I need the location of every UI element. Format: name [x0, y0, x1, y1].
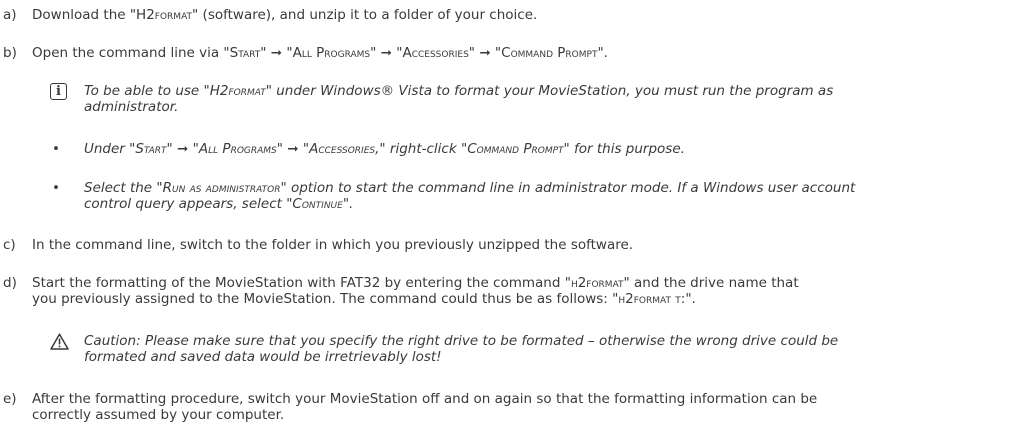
step-letter: e) [3, 391, 17, 407]
step-text: Download the "H2format" (software), and … [32, 7, 538, 23]
caution-note-text: Caution: Please make sure that you speci… [84, 333, 839, 365]
bullet-text: Under "Start" ➞ "All Programs" ➞ "Access… [84, 141, 685, 157]
step-text: Start the formatting of the MovieStation… [32, 275, 799, 307]
arrow-icon: ➞ [270, 45, 283, 61]
warning-triangle-icon [50, 333, 69, 354]
manual-page: a) Download the "H2format" (software), a… [0, 0, 1036, 435]
arrow-icon: ➞ [479, 45, 491, 61]
step-letter: b) [3, 45, 17, 61]
step-text: After the formatting procedure, switch y… [32, 391, 818, 423]
step-letter: a) [3, 7, 17, 23]
arrow-icon: ➞ [177, 141, 189, 157]
step-letter: c) [3, 237, 16, 253]
step-letter: d) [3, 275, 17, 291]
info-note-text: To be able to use "H2format" under Windo… [84, 83, 834, 115]
step-text: In the command line, switch to the folde… [32, 237, 634, 253]
arrow-icon: ➞ [287, 141, 299, 157]
bullet-dot: • [52, 141, 60, 157]
bullet-dot: • [52, 180, 60, 196]
bullet-text: Select the "Run as administrator" option… [84, 180, 856, 212]
step-text: Open the command line via "Start" ➞ "All… [32, 45, 608, 61]
info-icon: i [50, 83, 67, 100]
arrow-icon: ➞ [380, 45, 392, 61]
